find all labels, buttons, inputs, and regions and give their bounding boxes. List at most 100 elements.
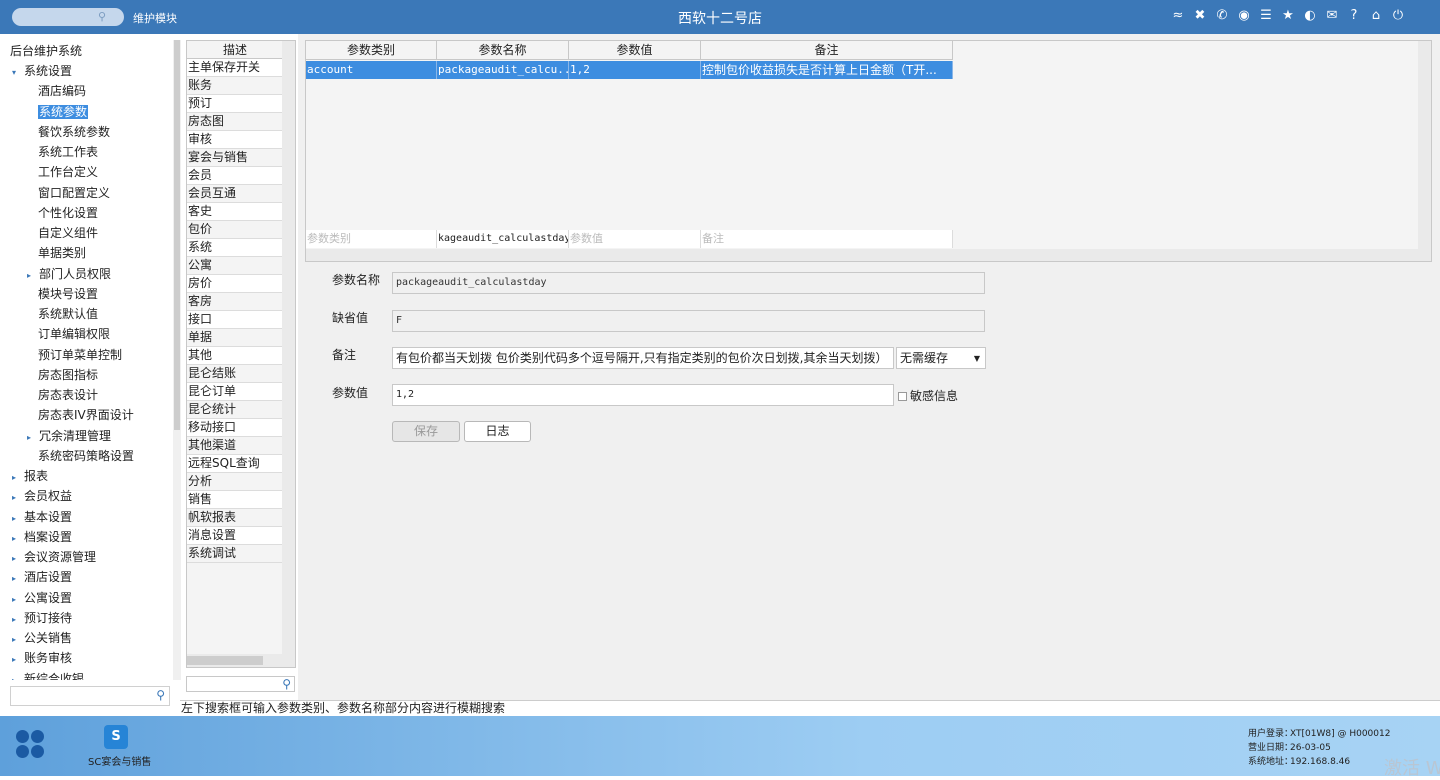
nav-item[interactable]: ▸ 会议资源管理 [12, 547, 96, 567]
nav-item[interactable]: 个性化设置 [27, 203, 98, 223]
chevron-right-icon[interactable]: ▸ [12, 529, 24, 549]
chevron-right-icon[interactable]: ▸ [12, 630, 24, 650]
sc-app-label[interactable]: SC宴会与销售 [88, 753, 151, 768]
nav-item[interactable]: ▸ 会员权益 [12, 486, 72, 506]
list-item[interactable]: 昆仑订单 [187, 383, 283, 401]
chevron-right-icon[interactable]: ▸ [12, 549, 24, 569]
list-item[interactable]: 房态图 [187, 113, 283, 131]
nav-item[interactable]: 房态表IV界面设计 [27, 405, 134, 425]
column-header-name[interactable]: 参数名称 [437, 41, 569, 60]
save-button[interactable]: 保存 [392, 421, 460, 442]
chevron-right-icon[interactable]: ▸ [12, 671, 24, 681]
scrollbar-thumb[interactable] [174, 40, 180, 430]
list-item[interactable]: 销售 [187, 491, 283, 509]
nav-item[interactable]: ▾ 系统设置 [12, 61, 72, 81]
scrollbar-thumb[interactable] [187, 656, 263, 665]
nav-item[interactable]: 系统参数 [27, 102, 89, 122]
left-nav-scrollbar[interactable] [173, 40, 181, 680]
menu-icon[interactable]: ☰ [1258, 8, 1274, 24]
nav-root[interactable]: 后台维护系统 [10, 41, 82, 61]
list-item[interactable]: 房价 [187, 275, 283, 293]
sc-app-icon[interactable]: S [104, 725, 128, 749]
power-icon[interactable]: ⏻ [1390, 8, 1406, 24]
nav-item[interactable]: 房态表设计 [27, 385, 98, 405]
list-item[interactable]: 客史 [187, 203, 283, 221]
nav-item[interactable]: 系统密码策略设置 [27, 446, 134, 466]
list-item[interactable]: 主单保存开关 [187, 59, 283, 77]
nav-item[interactable]: ▸ 公寓设置 [12, 588, 72, 608]
phone-icon[interactable]: ✆ [1214, 8, 1230, 24]
list-item[interactable]: 审核 [187, 131, 283, 149]
chevron-down-icon[interactable]: ▾ [12, 63, 24, 83]
list-item[interactable]: 昆仑结账 [187, 365, 283, 383]
app-grid-icon[interactable] [16, 730, 44, 758]
nav-item[interactable]: 酒店编码 [27, 81, 86, 101]
list-item[interactable]: 移动接口 [187, 419, 283, 437]
nav-item[interactable]: ▸ 新综合收银 [12, 669, 84, 681]
search-icon[interactable]: ⚲ [282, 677, 291, 691]
checkbox-box[interactable] [898, 392, 907, 401]
column-header-remark[interactable]: 备注 [701, 41, 953, 60]
cell-name[interactable]: packageaudit_calcu... [437, 61, 569, 79]
nav-item[interactable]: ▸ 档案设置 [12, 527, 72, 547]
nav-item[interactable]: 房态图指标 [27, 365, 98, 385]
sensitive-checkbox[interactable]: 敏感信息 [898, 387, 958, 404]
list-item[interactable]: 分析 [187, 473, 283, 491]
nav-item[interactable]: 工作台定义 [27, 162, 98, 182]
nav-item[interactable]: ▸ 公关销售 [12, 628, 72, 648]
list-item[interactable]: 远程SQL查询 [187, 455, 283, 473]
chevron-right-icon[interactable]: ▸ [12, 610, 24, 630]
cell-value[interactable]: 1,2 [569, 61, 701, 79]
help-icon[interactable]: ? [1346, 8, 1362, 24]
list-item[interactable]: 系统 [187, 239, 283, 257]
nav-item[interactable]: 模块号设置 [27, 284, 98, 304]
chevron-right-icon[interactable]: ▸ [27, 428, 39, 448]
palette-icon[interactable]: ◉ [1236, 8, 1252, 24]
tools-icon[interactable]: ✖ [1192, 8, 1208, 24]
chevron-right-icon[interactable]: ▸ [12, 468, 24, 488]
chevron-right-icon[interactable]: ▸ [12, 509, 24, 529]
nav-item[interactable]: ▸ 账务审核 [12, 648, 72, 668]
chevron-right-icon[interactable]: ▸ [12, 569, 24, 589]
chevron-right-icon[interactable]: ▸ [12, 590, 24, 610]
chevron-right-icon[interactable]: ▸ [12, 488, 24, 508]
description-search-input[interactable]: ⚲ [186, 676, 295, 692]
nav-item[interactable]: 订单编辑权限 [27, 324, 110, 344]
filter-value-input[interactable]: 参数值 [569, 230, 701, 248]
list-item[interactable]: 包价 [187, 221, 283, 239]
filter-remark-input[interactable]: 备注 [701, 230, 953, 248]
list-item[interactable]: 单据 [187, 329, 283, 347]
list-item[interactable]: 帆软报表 [187, 509, 283, 527]
theme-icon[interactable]: ◐ [1302, 8, 1318, 24]
nav-item[interactable]: 自定义组件 [27, 223, 98, 243]
column-header-value[interactable]: 参数值 [569, 41, 701, 60]
description-vscrollbar[interactable] [282, 41, 295, 655]
nav-item[interactable]: 系统默认值 [27, 304, 98, 324]
chevron-right-icon[interactable]: ▸ [27, 266, 39, 286]
list-item[interactable]: 消息设置 [187, 527, 283, 545]
list-item[interactable]: 会员互通 [187, 185, 283, 203]
mail-icon[interactable]: ✉ [1324, 8, 1340, 24]
default-value-field[interactable]: F [392, 310, 985, 332]
param-value-field[interactable]: 1,2 [392, 384, 894, 406]
nav-search-input[interactable]: ⚲ [10, 686, 170, 706]
list-item[interactable]: 昆仑统计 [187, 401, 283, 419]
star-icon[interactable]: ★ [1280, 8, 1296, 24]
list-item[interactable]: 其他 [187, 347, 283, 365]
nav-item[interactable]: ▸ 冗余清理管理 [27, 426, 111, 446]
nav-item[interactable]: 系统工作表 [27, 142, 98, 162]
list-item[interactable]: 客房 [187, 293, 283, 311]
list-item[interactable]: 接口 [187, 311, 283, 329]
nav-item[interactable]: ▸ 基本设置 [12, 507, 72, 527]
nav-item[interactable]: ▸ 报表 [12, 466, 48, 486]
nav-item[interactable]: 窗口配置定义 [27, 183, 110, 203]
home-icon[interactable]: ⌂ [1368, 8, 1384, 24]
filter-name-input[interactable]: kageaudit_calculastday [437, 230, 569, 248]
list-item[interactable]: 公寓 [187, 257, 283, 275]
search-icon[interactable]: ⚲ [156, 688, 165, 702]
wifi-icon[interactable]: ≈ [1170, 8, 1186, 24]
param-name-field[interactable]: packageaudit_calculastday [392, 272, 985, 294]
cell-remark[interactable]: 控制包价收益损失是否计算上日金额（T开... [701, 61, 953, 79]
nav-item[interactable]: 餐饮系统参数 [27, 122, 110, 142]
list-item[interactable]: 账务 [187, 77, 283, 95]
